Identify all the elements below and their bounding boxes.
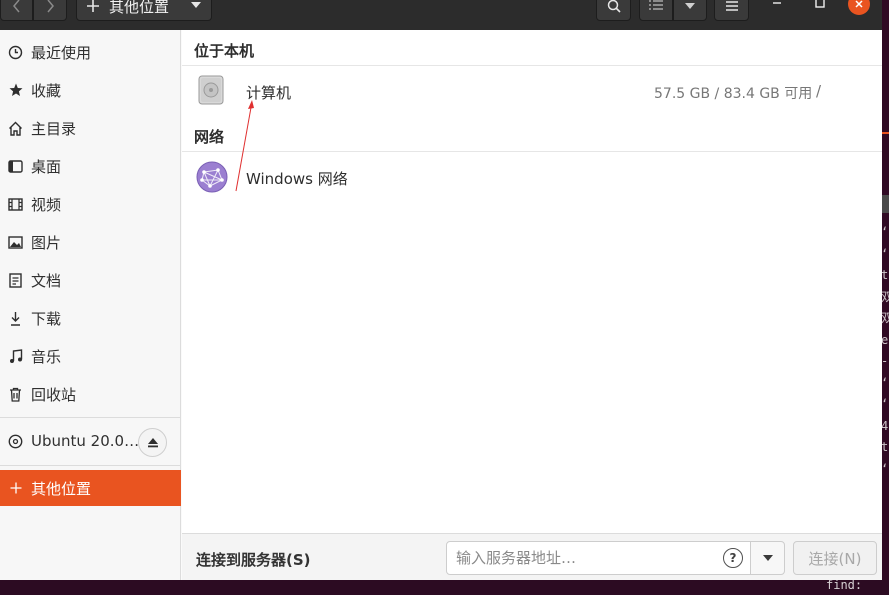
terminal-tab-indicator (881, 132, 889, 134)
chevron-down-icon (762, 555, 773, 561)
connect-bar: 连接到服务器(S) ? 连接(N) (182, 533, 882, 580)
close-icon (855, 0, 863, 8)
view-toggle-button[interactable] (639, 0, 673, 21)
terminal-text: ‘ ‘ t 双 双 e - ‘ ‘ 4 t ‘ (881, 225, 889, 476)
maximize-icon (815, 0, 825, 8)
sidebar-item-home[interactable]: 主目录 (0, 109, 181, 147)
recent-servers-dropdown[interactable] (750, 541, 785, 575)
hard-drive-icon (196, 74, 228, 106)
desktop-strip: find: (0, 578, 889, 595)
view-options-button[interactable] (673, 0, 707, 21)
chevron-right-icon (47, 0, 54, 13)
sidebar-item-other-locations[interactable]: 其他位置 (0, 470, 181, 506)
sidebar-item-label: 桌面 (31, 157, 62, 176)
files-window: 其他位置 最近使用 收藏 主目录 桌面 视频 图片 文档 下载 音乐 回收站 U… (0, 0, 882, 580)
eject-icon (147, 438, 158, 448)
location-name: 计算机 (246, 84, 292, 102)
sidebar-item-documents[interactable]: 文档 (0, 261, 181, 299)
disk-usage-text: 57.5 GB / 83.4 GB 可用 (654, 86, 813, 102)
sidebar-item-label: Ubuntu 20.0… (31, 432, 140, 450)
sidebar-item-desktop[interactable]: 桌面 (0, 147, 181, 185)
sidebar-item-pictures[interactable]: 图片 (0, 223, 181, 261)
close-button[interactable] (848, 0, 870, 15)
chevron-down-icon (191, 2, 201, 8)
sidebar-item-label: 其他位置 (31, 479, 92, 498)
chevron-left-icon (12, 0, 20, 13)
music-icon (8, 348, 23, 364)
sidebar-item-trash[interactable]: 回收站 (0, 375, 181, 413)
image-icon (8, 234, 23, 250)
network-globe-icon (196, 161, 228, 193)
download-icon (8, 310, 23, 326)
location-row-computer[interactable]: 计算机 57.5 GB / 83.4 GB 可用 / (182, 65, 882, 117)
server-address-input[interactable] (446, 541, 751, 575)
sidebar: 最近使用 收藏 主目录 桌面 视频 图片 文档 下载 音乐 回收站 Ubuntu… (0, 30, 181, 580)
sidebar-item-label: 音乐 (31, 347, 62, 366)
path-bar-button[interactable]: 其他位置 (76, 0, 212, 21)
chevron-down-icon (685, 3, 695, 9)
location-row-windows-network[interactable]: Windows 网络 (182, 151, 882, 203)
disc-icon (8, 433, 23, 449)
sidebar-item-music[interactable]: 音乐 (0, 337, 181, 375)
location-name: Windows 网络 (246, 170, 348, 188)
main-menu-button[interactable] (714, 0, 749, 21)
list-view-icon (649, 0, 663, 10)
minimize-button[interactable] (765, 0, 789, 15)
sidebar-item-label: 主目录 (31, 119, 77, 138)
eject-button[interactable] (138, 428, 167, 457)
terminal-bottom-text: find: (826, 578, 863, 592)
sidebar-item-label: 下载 (31, 309, 62, 328)
minimize-icon (773, 2, 781, 4)
sidebar-item-recent[interactable]: 最近使用 (0, 33, 181, 71)
sidebar-item-label: 图片 (31, 233, 62, 252)
background-terminal: ‘ ‘ t 双 双 e - ‘ ‘ 4 t ‘ (881, 0, 889, 595)
connect-button[interactable]: 连接(N) (793, 541, 877, 575)
sidebar-item-label: 回收站 (31, 385, 77, 404)
plus-icon (8, 480, 23, 496)
film-icon (8, 196, 23, 212)
clock-icon (8, 44, 23, 60)
plus-icon (87, 0, 99, 12)
sidebar-item-label: 最近使用 (31, 43, 92, 62)
main-content: 位于本机 计算机 57.5 GB / 83.4 GB 可用 / 网络 Windo… (182, 30, 882, 533)
hamburger-menu-icon (725, 1, 738, 11)
mount-point: / (816, 82, 822, 100)
section-title-this-computer: 位于本机 (194, 42, 255, 60)
desktop-icon (8, 158, 23, 174)
trash-icon (8, 386, 23, 402)
sidebar-item-label: 视频 (31, 195, 62, 214)
terminal-status (881, 195, 889, 213)
document-icon (8, 272, 23, 288)
sidebar-item-downloads[interactable]: 下载 (0, 299, 181, 337)
header-bar: 其他位置 (0, 0, 882, 30)
sidebar-item-starred[interactable]: 收藏 (0, 71, 181, 109)
sidebar-separator (0, 465, 181, 466)
forward-button[interactable] (33, 0, 67, 21)
star-icon (8, 82, 23, 98)
sidebar-separator (0, 417, 181, 418)
section-title-network: 网络 (194, 128, 225, 146)
path-label: 其他位置 (109, 0, 170, 16)
back-button[interactable] (0, 0, 33, 21)
sidebar-item-label: 文档 (31, 271, 62, 290)
search-button[interactable] (596, 0, 631, 21)
maximize-button[interactable] (808, 0, 832, 15)
sidebar-item-label: 收藏 (31, 81, 62, 100)
help-icon[interactable]: ? (723, 548, 743, 568)
connect-to-server-label: 连接到服务器(S) (196, 551, 311, 569)
home-icon (8, 120, 23, 136)
sidebar-item-videos[interactable]: 视频 (0, 185, 181, 223)
search-icon (607, 0, 621, 13)
